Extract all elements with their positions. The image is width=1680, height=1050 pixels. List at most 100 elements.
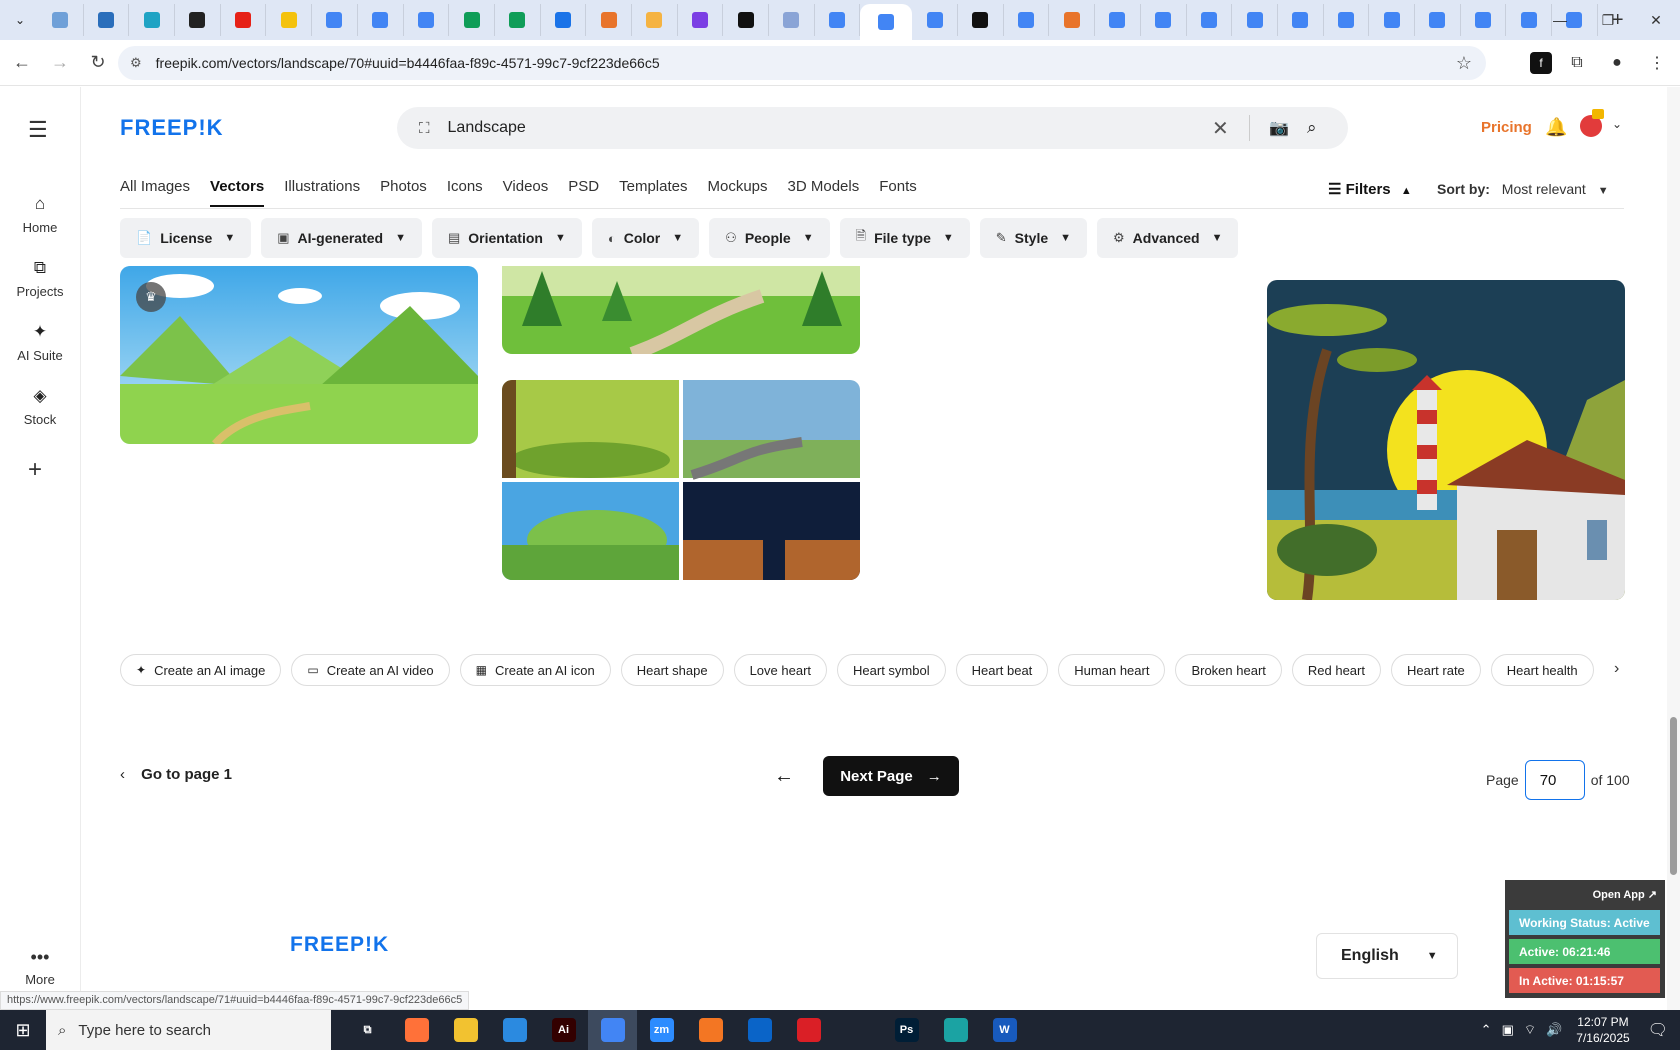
tab-mockups[interactable]: Mockups	[707, 178, 767, 207]
taskbar-app[interactable]	[588, 1010, 637, 1050]
browser-tab[interactable]	[586, 4, 632, 36]
rail-item-ai-suite[interactable]: ✦ AI Suite	[0, 322, 80, 363]
browser-tab[interactable]	[769, 4, 815, 36]
open-app-button[interactable]: Open App ↗	[1593, 888, 1657, 901]
chevron-right-icon[interactable]: ›	[1614, 660, 1619, 678]
search-type-icon[interactable]: ⛶	[419, 120, 430, 137]
taskbar-search[interactable]: ⌕ Type here to search	[46, 1010, 331, 1050]
taskbar-app[interactable]	[686, 1010, 735, 1050]
search-input[interactable]: Landscape	[448, 119, 526, 137]
browser-tab[interactable]	[312, 4, 358, 36]
related-tag[interactable]: Heart rate	[1390, 654, 1481, 686]
minimize-icon[interactable]: —	[1536, 0, 1584, 40]
browser-tab[interactable]	[1461, 4, 1507, 36]
browser-tab[interactable]	[175, 4, 221, 36]
tab-photos[interactable]: Photos	[380, 178, 427, 207]
tab-fonts[interactable]: Fonts	[879, 178, 917, 207]
browser-tab[interactable]	[1232, 4, 1278, 36]
browser-tab[interactable]	[1141, 4, 1187, 36]
site-info-icon[interactable]: ⚙	[130, 55, 142, 71]
pricing-link[interactable]: Pricing	[1481, 119, 1532, 136]
taskbar-app[interactable]	[490, 1010, 539, 1050]
filter-chip-orientation[interactable]: ▤ Orientation ▼	[431, 218, 582, 258]
browser-tab[interactable]	[541, 4, 587, 36]
related-tag[interactable]: Love heart	[733, 654, 828, 686]
taskbar-app[interactable]: Ai	[539, 1010, 588, 1050]
browser-tab[interactable]	[404, 4, 450, 36]
result-image-road-valley[interactable]	[502, 266, 860, 354]
back-icon[interactable]: ←	[6, 52, 38, 73]
tab-all-images[interactable]: All Images	[120, 178, 190, 207]
rail-item-projects[interactable]: ⧉ Projects	[0, 258, 80, 299]
close-icon[interactable]: ✕	[1632, 0, 1680, 40]
browser-tab[interactable]	[449, 4, 495, 36]
filters-button[interactable]: ☰ Filters ▲	[1328, 180, 1412, 198]
browser-tab[interactable]	[723, 4, 769, 36]
wifi-icon[interactable]: ⌔	[1524, 1022, 1536, 1038]
taskbar-app[interactable]: zm	[637, 1010, 686, 1050]
browser-tab[interactable]	[266, 4, 313, 36]
browser-tab[interactable]	[1369, 4, 1415, 36]
related-tag[interactable]: Heart health	[1490, 654, 1594, 686]
ai-action-tag[interactable]: ▦ Create an AI icon	[459, 654, 611, 686]
result-image-collection[interactable]	[502, 380, 860, 580]
browser-tab[interactable]	[958, 4, 1004, 36]
browser-tab[interactable]	[495, 4, 541, 36]
language-select[interactable]: English ▼	[1316, 933, 1458, 979]
taskbar-app[interactable]	[931, 1010, 980, 1050]
tab-templates[interactable]: Templates	[619, 178, 687, 207]
maximize-icon[interactable]: ❐	[1584, 0, 1632, 40]
browser-tab[interactable]	[358, 4, 404, 36]
tab-vectors[interactable]: Vectors	[210, 178, 265, 207]
sort-dropdown[interactable]: Sort by: Most relevant ▼	[1437, 181, 1609, 197]
taskbar-app[interactable]: Ps	[882, 1010, 931, 1050]
filter-chip-file-type[interactable]: 🗎 File type ▼	[839, 218, 970, 258]
ai-action-tag[interactable]: ✦ Create an AI image	[120, 654, 282, 686]
camera-search-icon[interactable]: 📷	[1269, 118, 1289, 138]
browser-tab[interactable]	[129, 4, 176, 36]
rail-item-home[interactable]: ⌂ Home	[0, 194, 80, 235]
taskbar-app[interactable]	[784, 1010, 833, 1050]
taskbar-app[interactable]	[735, 1010, 784, 1050]
page-scrollbar[interactable]	[1667, 87, 1680, 1010]
taskbar-clock[interactable]: 12:07 PM 7/16/2025	[1576, 1014, 1629, 1046]
tab-psd[interactable]: PSD	[568, 178, 599, 207]
tab-videos[interactable]: Videos	[503, 178, 549, 207]
related-tag[interactable]: Heart shape	[620, 654, 724, 686]
profile-avatar-icon[interactable]: ●	[1602, 48, 1632, 78]
related-tag[interactable]: Broken heart	[1175, 654, 1282, 686]
user-avatar[interactable]: ⌄	[1580, 109, 1622, 142]
footer-logo[interactable]: FREEP!K	[290, 933, 389, 957]
notifications-bell-icon[interactable]: 🔔	[1545, 117, 1567, 138]
forward-icon[interactable]: →	[44, 52, 76, 73]
browser-tab[interactable]	[1004, 4, 1050, 36]
hamburger-menu-icon[interactable]: ☰	[28, 117, 48, 143]
related-tag[interactable]: Red heart	[1291, 654, 1381, 686]
windows-start-icon[interactable]: ⊞	[0, 1010, 46, 1050]
page-number-input[interactable]: 70	[1524, 760, 1585, 800]
related-tag[interactable]: Heart beat	[955, 654, 1049, 686]
tray-chevron-up-icon[interactable]: ⌃	[1481, 1022, 1492, 1038]
scrollbar-thumb[interactable]	[1670, 717, 1677, 875]
tab-icons[interactable]: Icons	[447, 178, 483, 207]
reload-icon[interactable]: ↻	[82, 52, 114, 73]
go-to-first-page-link[interactable]: ‹ Go to page 1	[120, 766, 232, 783]
taskbar-app[interactable]	[441, 1010, 490, 1050]
browser-tab[interactable]	[221, 4, 267, 36]
tab-search-icon[interactable]: ⌄	[6, 6, 34, 34]
filter-chip-advanced[interactable]: ⚙ Advanced ▼	[1097, 218, 1239, 258]
tab-illustrations[interactable]: Illustrations	[284, 178, 360, 207]
bookmark-star-icon[interactable]: ☆	[1456, 53, 1472, 74]
browser-tab[interactable]	[1324, 4, 1370, 36]
extensions-icon[interactable]: ⧉	[1562, 48, 1592, 78]
clear-search-icon[interactable]: ✕	[1212, 116, 1229, 141]
freepik-logo[interactable]: FREEP!K	[120, 115, 224, 141]
filter-chip-license[interactable]: 📄 License ▼	[120, 218, 252, 258]
browser-tab[interactable]	[1415, 4, 1461, 36]
taskbar-app[interactable]: ⧉	[343, 1010, 392, 1050]
filter-chip-color[interactable]: ◐ Color ▼	[591, 218, 700, 258]
volume-icon[interactable]: 🔊	[1546, 1022, 1562, 1038]
browser-tab[interactable]	[84, 4, 130, 36]
browser-tab[interactable]	[38, 4, 84, 36]
search-bar[interactable]: ⛶ Landscape ✕ 📷 ⌕	[397, 107, 1348, 149]
